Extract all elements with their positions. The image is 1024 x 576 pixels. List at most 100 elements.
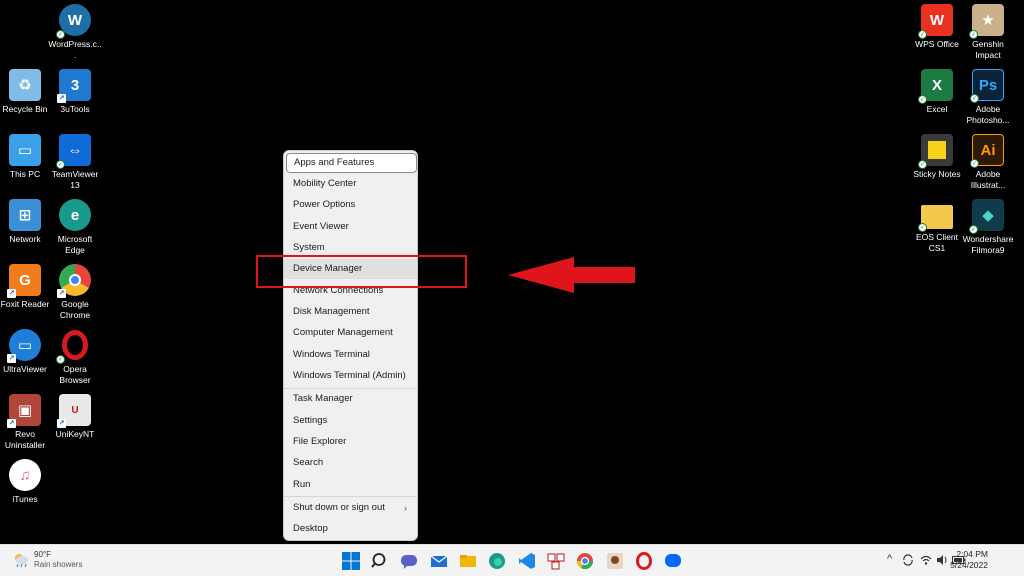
taskbar-game-button[interactable] <box>604 550 626 572</box>
sticky-notes-icon: ✓ <box>918 134 953 169</box>
folder-icon <box>460 555 476 567</box>
desktop-icon-wps-office[interactable]: W ✓ WPS Office <box>910 4 964 50</box>
excel-icon: X ✓ <box>918 69 953 104</box>
desktop-icon-revo-uninstaller[interactable]: ▣ ↗ Revo Uninstaller <box>0 394 52 450</box>
taskbar-search-button[interactable] <box>369 550 391 572</box>
ultraviewer-icon: ▭ ↗ <box>7 329 41 363</box>
menu-separator <box>284 496 417 497</box>
desktop-icon-label: TeamViewer 13 <box>51 169 99 190</box>
3utools-icon: 3 ↗ <box>57 69 91 103</box>
menu-item-mobility-center[interactable]: Mobility Center <box>284 174 417 194</box>
desktop-icon-unikey[interactable]: U ↗ UniKeyNT <box>48 394 102 440</box>
chrome-icon: ↗ <box>57 264 91 298</box>
desktop-icon-label: Google Chrome <box>59 299 91 320</box>
zalo-icon <box>665 554 681 567</box>
taskbar-file-explorer-button[interactable] <box>457 550 479 572</box>
start-button[interactable] <box>340 550 362 572</box>
weather-widget[interactable]: 90°F Rain showers <box>12 550 82 570</box>
desktop-icon-label: WPS Office <box>915 39 959 49</box>
menu-item-windows-terminal[interactable]: Windows Terminal <box>284 345 417 365</box>
rain-cloud-icon <box>15 554 28 568</box>
menu-item-desktop[interactable]: Desktop <box>284 519 417 539</box>
desktop-icon-chrome[interactable]: ↗ Google Chrome <box>48 264 102 320</box>
recycle-bin-icon: ♻ <box>9 69 41 101</box>
desktop-icon-label: Recycle Bin <box>2 104 48 114</box>
desktop-icon-foxit-reader[interactable]: G ↗ Foxit Reader <box>0 264 52 310</box>
desktop-icon-wordpress[interactable]: W ✓ WordPress.c... <box>48 4 102 60</box>
menu-item-run[interactable]: Run <box>284 475 417 495</box>
desktop-icon-label: Adobe Photosho... <box>966 104 1010 125</box>
desktop-icon-label: Foxit Reader <box>0 299 50 309</box>
menu-item-search[interactable]: Search <box>284 453 417 473</box>
foxit-reader-icon: G ↗ <box>7 264 41 298</box>
highlight-box <box>256 255 467 288</box>
menu-item-file-explorer[interactable]: File Explorer <box>284 432 417 452</box>
desktop-icon-label: WordPress.c... <box>48 39 102 60</box>
weather-desc: Rain showers <box>34 560 83 569</box>
taskbar-chrome-button[interactable] <box>574 550 596 572</box>
desktop-icon-photoshop[interactable]: Ps ✓ Adobe Photosho... <box>961 69 1015 125</box>
itunes-icon: ♫ <box>9 459 41 491</box>
desktop-icon-excel[interactable]: X ✓ Excel <box>910 69 964 115</box>
taskbar-vscode-button[interactable] <box>516 550 538 572</box>
desktop-icon-label: Microsoft Edge <box>57 234 93 255</box>
desktop-icon-edge[interactable]: e Microsoft Edge <box>48 199 102 255</box>
tray-overflow-chevron[interactable]: ^ <box>887 553 892 565</box>
desktop-icon-opera[interactable]: ✓ Opera Browser <box>48 329 102 385</box>
teams-chat-icon <box>401 555 417 569</box>
unikey-icon: U ↗ <box>57 394 91 428</box>
desktop-icon-label: This PC <box>9 169 41 179</box>
chrome-icon <box>576 553 594 570</box>
wps-office-icon: W ✓ <box>918 4 953 39</box>
desktop-icon-label: UniKeyNT <box>55 429 95 439</box>
teamviewer-icon: ⇔ ✓ <box>56 134 91 169</box>
volume-icon[interactable] <box>936 554 948 569</box>
menu-item-power-options[interactable]: Power Options <box>284 195 417 215</box>
search-icon <box>371 553 386 568</box>
taskbar-chat-button[interactable] <box>398 550 420 572</box>
desktop-icon-illustrator[interactable]: Ai ✓ Adobe Illustrat... <box>961 134 1015 190</box>
desktop-icon-label: Revo Uninstaller <box>4 429 46 450</box>
taskbar-zalo-button[interactable] <box>662 550 684 572</box>
desktop-icon-eos-client[interactable]: ✓ EOS Client CS1 <box>910 199 964 253</box>
menu-item-event-viewer[interactable]: Event Viewer <box>284 217 417 237</box>
winx-context-menu: Apps and Features Mobility Center Power … <box>283 150 418 541</box>
desktop-icon-3utools[interactable]: 3 ↗ 3uTools <box>48 69 102 115</box>
desktop-icon-this-pc[interactable]: ▭ This PC <box>0 134 52 180</box>
weather-temp: 90°F <box>34 550 51 559</box>
desktop-icon-teamviewer[interactable]: ⇔ ✓ TeamViewer 13 <box>48 134 102 190</box>
menu-item-shut-down-label: Shut down or sign out <box>293 502 385 513</box>
desktop-icon-itunes[interactable]: ♫ iTunes <box>0 459 52 505</box>
desktop-icon-sticky-notes[interactable]: ✓ Sticky Notes <box>910 134 964 180</box>
wordpress-icon: W ✓ <box>56 4 91 39</box>
sync-icon[interactable] <box>902 554 914 569</box>
menu-item-disk-management[interactable]: Disk Management <box>284 302 417 322</box>
menu-item-windows-terminal-admin[interactable]: Windows Terminal (Admin) <box>284 366 417 386</box>
desktop-icon-label: 3uTools <box>60 104 90 114</box>
taskbar-unikey-button[interactable] <box>545 550 567 572</box>
menu-item-apps-and-features[interactable]: Apps and Features <box>286 153 417 173</box>
desktop-icon-network[interactable]: ⊞ Network <box>0 199 52 245</box>
chevron-right-icon: › <box>404 503 407 513</box>
taskbar-edge-button[interactable] <box>486 550 508 572</box>
this-pc-icon: ▭ <box>9 134 41 166</box>
taskbar-opera-button[interactable] <box>633 550 655 572</box>
opera-icon <box>636 552 652 570</box>
desktop-icon-filmora[interactable]: ◆ ✓ Wondershare Filmora9 <box>961 199 1015 255</box>
menu-item-shut-down[interactable]: Shut down or sign out › <box>284 498 417 518</box>
desktop-icon-label: EOS Client CS1 <box>915 232 959 253</box>
menu-item-computer-management[interactable]: Computer Management <box>284 323 417 343</box>
system-clock[interactable]: 2:04 PM 5/24/2022 <box>950 549 988 571</box>
desktop-icon-label: Sticky Notes <box>913 169 961 179</box>
desktop-icon-label: Genshin Impact <box>972 39 1004 60</box>
taskbar-mail-button[interactable] <box>428 550 450 572</box>
genshin-impact-icon: ★ ✓ <box>969 4 1004 39</box>
menu-item-task-manager[interactable]: Task Manager <box>284 389 417 409</box>
wifi-icon[interactable] <box>920 554 932 569</box>
vscode-icon <box>519 553 535 569</box>
menu-item-settings[interactable]: Settings <box>284 411 417 431</box>
desktop-icon-recycle-bin[interactable]: ♻ Recycle Bin <box>0 69 52 115</box>
desktop-icon-genshin-impact[interactable]: ★ ✓ Genshin Impact <box>961 4 1015 60</box>
game-icon <box>607 553 623 569</box>
desktop-icon-ultraviewer[interactable]: ▭ ↗ UltraViewer <box>0 329 52 375</box>
